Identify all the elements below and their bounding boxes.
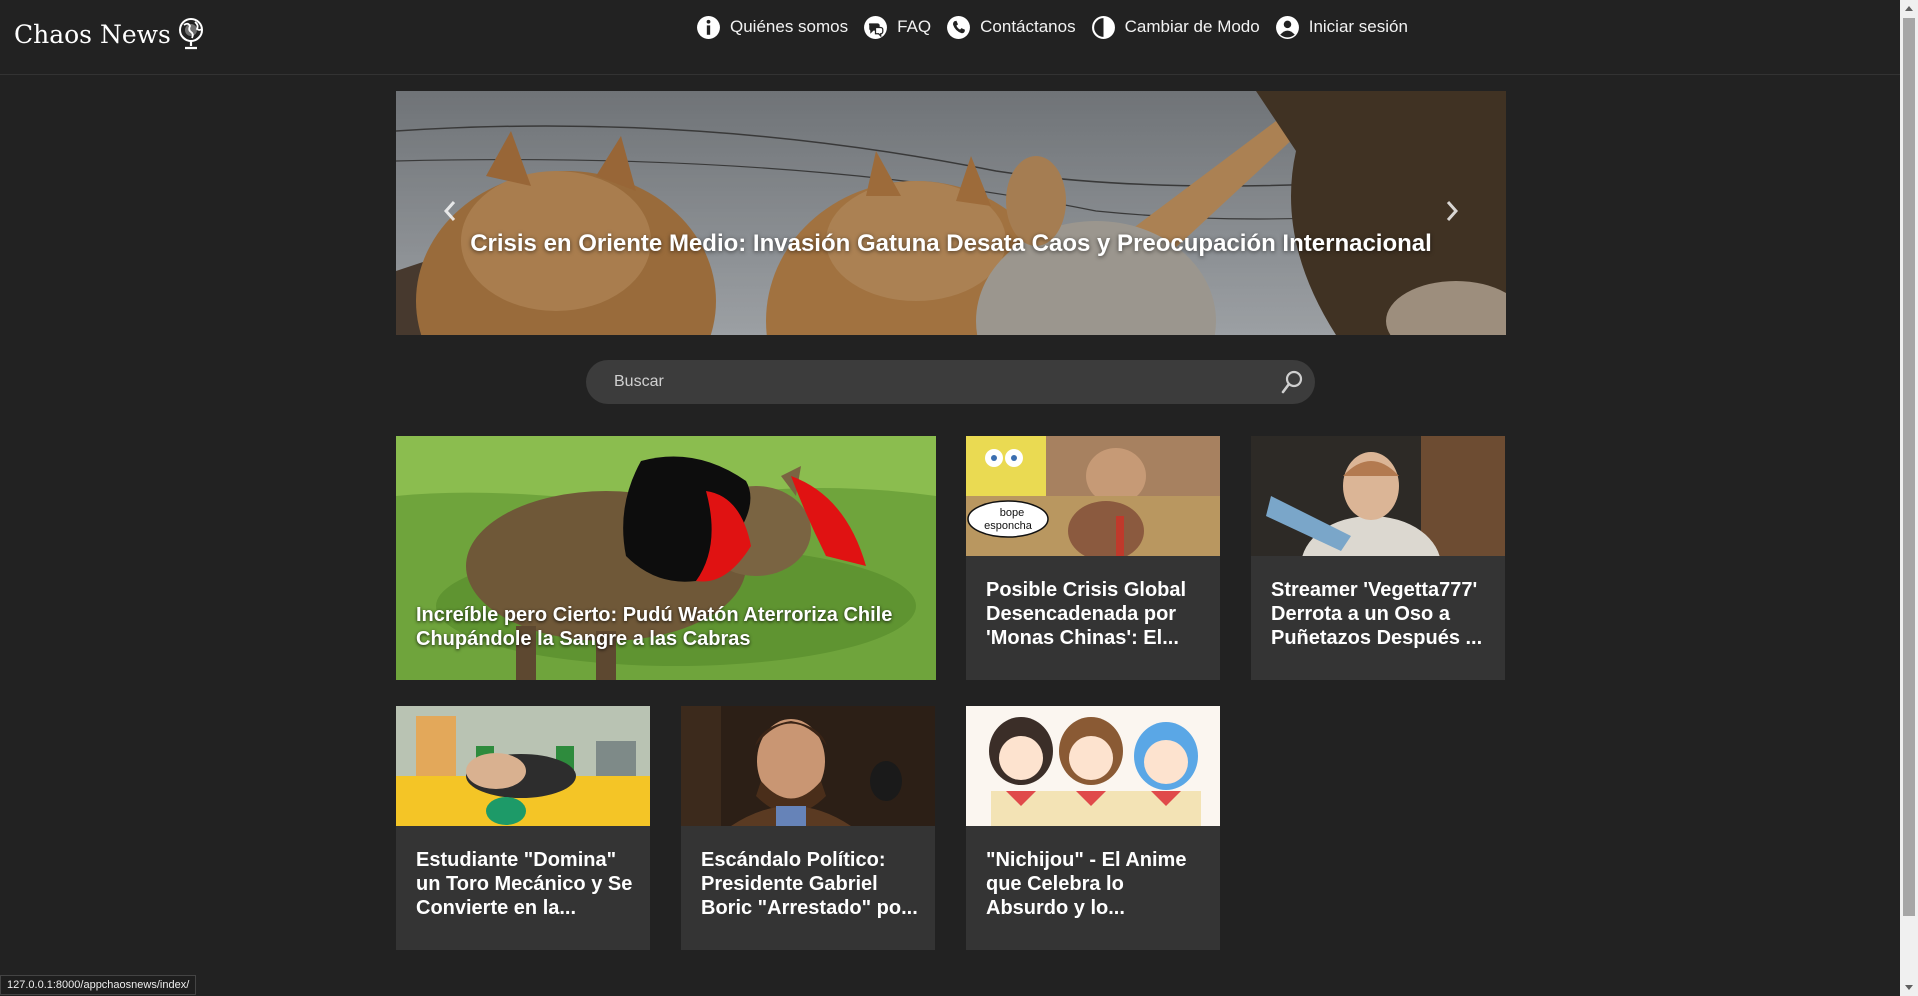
article-card-boric[interactable]: Escándalo Político: Presidente Gabriel B… [681, 706, 935, 950]
article-card-monas-chinas[interactable]: bope esponcha Posible Crisis Global Desen… [966, 436, 1220, 680]
phone-icon [947, 15, 971, 39]
nav-iniciar-sesion[interactable]: Iniciar sesión [1275, 15, 1408, 40]
article-title: Increíble pero Cierto: Pudú Watón Aterro… [416, 604, 893, 650]
search-bar [586, 360, 1315, 404]
article-image [1251, 436, 1505, 556]
globe-icon [178, 18, 203, 50]
faq-icon [864, 15, 888, 39]
article-card-toro-mecanico[interactable]: Estudiante "Domina" un Toro Mecánico y S… [396, 706, 650, 950]
scroll-down-icon[interactable] [1905, 985, 1913, 990]
top-navbar: Chaos News Quiénes somos FAQ Contáctanos… [0, 0, 1900, 75]
nav-cambiar-modo[interactable]: Cambiar de Modo [1091, 15, 1260, 40]
carousel-cats-image [396, 91, 1506, 335]
article-title: "Nichijou" - El Anime que Celebra lo Abs… [986, 849, 1187, 919]
article-title: Escándalo Político: Presidente Gabriel B… [701, 849, 918, 919]
brand-text: Chaos News [14, 19, 171, 49]
article-title: Estudiante "Domina" un Toro Mecánico y S… [416, 849, 633, 919]
article-image: bope esponcha [966, 436, 1220, 556]
article-card-pudu[interactable]: Increíble pero Cierto: Pudú Watón Aterro… [396, 436, 936, 680]
nav-contactanos[interactable]: Contáctanos [946, 15, 1076, 40]
search-icon[interactable] [1279, 369, 1305, 395]
contrast-icon [1091, 15, 1115, 39]
nav-quienes-somos[interactable]: Quiénes somos [696, 15, 848, 40]
article-image [396, 706, 650, 826]
status-bar-url: 127.0.0.1:8000/appchaosnews/index/ [0, 975, 197, 995]
user-icon [1275, 15, 1299, 39]
scrollbar-thumb[interactable] [1903, 18, 1915, 916]
nav-label: Quiénes somos [730, 17, 849, 36]
article-image [966, 706, 1220, 826]
info-icon [697, 15, 720, 39]
carousel-caption[interactable]: Crisis en Oriente Medio: Invasión Gatuna… [396, 229, 1506, 258]
article-card-nichijou[interactable]: "Nichijou" - El Anime que Celebra lo Abs… [966, 706, 1220, 950]
featured-carousel[interactable]: Crisis en Oriente Medio: Invasión Gatuna… [396, 91, 1506, 335]
article-image [681, 706, 935, 826]
brand-link[interactable]: Chaos News [14, 14, 205, 54]
nav-faq[interactable]: FAQ [863, 15, 931, 40]
carousel-next-icon[interactable] [1436, 196, 1466, 226]
article-card-vegetta[interactable]: Streamer 'Vegetta777' Derrota a un Oso a… [1251, 436, 1505, 680]
article-title: Streamer 'Vegetta777' Derrota a un Oso a… [1271, 579, 1483, 649]
nav-label: Contáctanos [980, 17, 1076, 36]
scroll-up-icon[interactable] [1905, 6, 1913, 11]
search-input[interactable] [612, 372, 1256, 392]
main-nav: Quiénes somos FAQ Contáctanos Cambiar de… [696, 12, 1423, 42]
article-title: Posible Crisis Global Desencadenada por … [986, 579, 1187, 649]
page-scrollbar[interactable] [1900, 0, 1918, 996]
nav-label: Cambiar de Modo [1124, 17, 1260, 36]
nav-label: Iniciar sesión [1308, 17, 1408, 36]
carousel-prev-icon[interactable] [436, 196, 466, 226]
nav-label: FAQ [897, 17, 932, 36]
